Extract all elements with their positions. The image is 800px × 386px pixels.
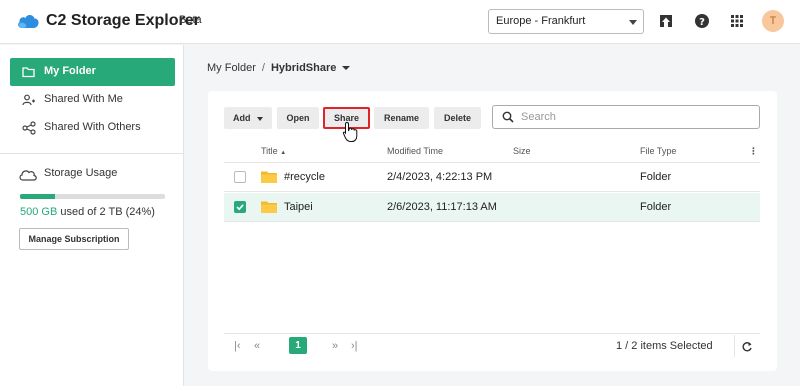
- sidebar-divider: [0, 153, 184, 154]
- file-browser-card: Add Open Share Rename Delete Search Titl…: [208, 91, 777, 371]
- check-icon: [236, 204, 244, 211]
- column-title-label: Title: [261, 146, 278, 156]
- row-type: Folder: [640, 201, 672, 213]
- app-header: C2 Storage Explorer Beta Europe - Frankf…: [0, 0, 800, 44]
- upload-icon[interactable]: [657, 12, 675, 30]
- storage-usage-title: Storage Usage: [44, 167, 118, 179]
- folder-icon: [261, 201, 277, 213]
- chevron-down-icon: [629, 20, 637, 25]
- storage-progress-bar: [20, 194, 165, 199]
- manage-subscription-button[interactable]: Manage Subscription: [19, 228, 129, 250]
- sidebar-item-shared-with-me[interactable]: Shared With Me: [10, 86, 175, 114]
- apps-grid-icon[interactable]: [728, 12, 746, 30]
- storage-usage-text: 500 GB used of 2 TB (24%): [20, 206, 155, 218]
- storage-used-value: 500 GB: [20, 206, 58, 218]
- sidebar-item-label: Shared With Others: [44, 121, 141, 133]
- table-header: Title ▲ Modified Time Size File Type ⋮: [224, 143, 760, 163]
- table-row[interactable]: #recycle 2/4/2023, 4:22:13 PM Folder: [224, 163, 760, 192]
- breadcrumb: My Folder / HybridShare: [207, 62, 351, 74]
- add-button-label: Add: [232, 113, 251, 123]
- delete-button[interactable]: Delete: [434, 107, 481, 129]
- help-icon[interactable]: ?: [693, 12, 711, 30]
- storage-progress-fill: [20, 194, 55, 199]
- breadcrumb-root[interactable]: My Folder: [207, 62, 256, 74]
- cloud-logo-icon: [18, 15, 39, 28]
- sidebar-item-label: Shared With Me: [44, 93, 123, 105]
- column-header-modified[interactable]: Modified Time: [387, 146, 443, 156]
- chevron-down-icon: [257, 116, 263, 121]
- prev-page-icon[interactable]: «: [254, 340, 260, 352]
- folder-icon: [261, 171, 277, 183]
- column-header-title[interactable]: Title ▲: [261, 146, 286, 156]
- region-select[interactable]: Europe - Frankfurt: [488, 9, 644, 34]
- row-checkbox[interactable]: [234, 201, 246, 213]
- open-button[interactable]: Open: [277, 107, 319, 129]
- refresh-icon: [742, 342, 752, 352]
- storage-total-text: used of 2 TB (24%): [60, 206, 155, 218]
- breadcrumb-separator: /: [261, 62, 265, 74]
- column-header-size[interactable]: Size: [513, 146, 531, 156]
- last-page-icon[interactable]: ›|: [351, 340, 358, 352]
- row-modified: 2/6/2023, 11:17:13 AM: [387, 201, 497, 213]
- pagination-bar: |‹ « 1 » ›| 1 / 2 items Selected: [224, 333, 760, 357]
- next-page-icon[interactable]: »: [332, 340, 338, 352]
- first-page-icon[interactable]: |‹: [234, 340, 241, 352]
- rename-button[interactable]: Rename: [374, 107, 429, 129]
- column-header-type[interactable]: File Type: [640, 146, 676, 156]
- folder-icon: [22, 67, 35, 78]
- sort-asc-icon: ▲: [280, 150, 287, 156]
- table-row[interactable]: Taipei 2/6/2023, 11:17:13 AM Folder: [224, 193, 760, 222]
- row-type: Folder: [640, 171, 672, 183]
- people-icon: [22, 94, 35, 106]
- breadcrumb-current[interactable]: HybridShare: [271, 62, 336, 74]
- search-input[interactable]: Search: [492, 105, 760, 129]
- app-title: C2 Storage Explorer: [46, 12, 200, 29]
- hand-cursor-icon: [342, 121, 358, 142]
- sidebar-item-shared-with-others[interactable]: Shared With Others: [10, 114, 175, 142]
- avatar[interactable]: T: [762, 10, 784, 32]
- row-name: Taipei: [284, 201, 313, 213]
- sidebar: My Folder Shared With Me Shared With Oth…: [0, 45, 184, 386]
- cloud-icon: [19, 170, 37, 181]
- beta-badge: Beta: [179, 14, 202, 26]
- column-menu-icon[interactable]: ⋮: [749, 146, 758, 157]
- page-number[interactable]: 1: [289, 337, 307, 354]
- region-value: Europe - Frankfurt: [496, 15, 586, 27]
- search-icon: [502, 111, 514, 123]
- svg-text:?: ?: [699, 17, 705, 28]
- add-button[interactable]: Add: [224, 107, 272, 129]
- chevron-down-icon[interactable]: [342, 66, 351, 71]
- row-modified: 2/4/2023, 4:22:13 PM: [387, 171, 493, 183]
- row-checkbox[interactable]: [234, 171, 246, 183]
- selection-status: 1 / 2 items Selected: [616, 340, 713, 352]
- row-name: #recycle: [284, 171, 325, 183]
- share-icon: [22, 121, 36, 135]
- sidebar-item-label: My Folder: [44, 65, 96, 77]
- refresh-button[interactable]: [734, 335, 756, 357]
- search-placeholder: Search: [521, 111, 556, 123]
- sidebar-item-my-folder[interactable]: My Folder: [10, 58, 175, 86]
